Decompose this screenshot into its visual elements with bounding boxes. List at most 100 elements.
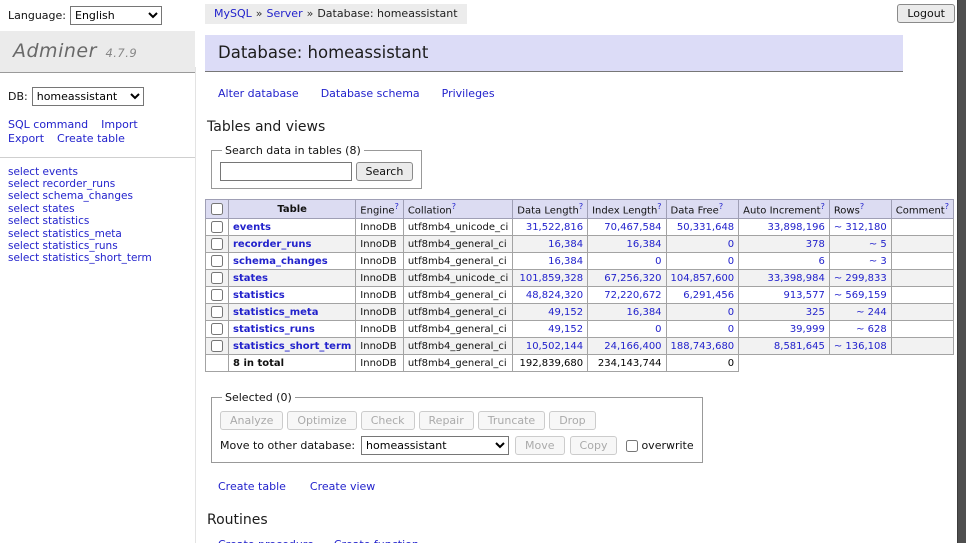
- database-action-link[interactable]: Database schema: [321, 87, 420, 100]
- database-action-link[interactable]: Alter database: [218, 87, 299, 100]
- index-length-link[interactable]: 24,166,400: [604, 341, 661, 352]
- data-length-link[interactable]: 49,152: [548, 324, 583, 335]
- db-select[interactable]: homeassistant: [32, 87, 144, 106]
- sidebar-select-link[interactable]: select statistics_runs: [8, 240, 118, 252]
- sidebar-select-link[interactable]: select events: [8, 166, 78, 178]
- rows-link[interactable]: ~ 628: [856, 324, 887, 335]
- data-free-link[interactable]: 50,331,648: [677, 222, 734, 233]
- data-free-link[interactable]: 104,857,600: [671, 273, 735, 284]
- sidebar-select-link[interactable]: select statistics_meta: [8, 228, 122, 240]
- search-button[interactable]: Search: [356, 162, 414, 181]
- row-checkbox[interactable]: [211, 272, 223, 284]
- data-free-link[interactable]: 0: [728, 307, 734, 318]
- breadcrumb-server-link[interactable]: Server: [267, 7, 303, 20]
- overwrite-checkbox[interactable]: [626, 440, 638, 452]
- page-title: Database: homeassistant: [205, 35, 903, 72]
- data-length-link[interactable]: 10,502,144: [526, 341, 583, 352]
- table-name-link[interactable]: schema_changes: [233, 256, 328, 267]
- search-input[interactable]: [220, 162, 352, 181]
- rows-link[interactable]: ~ 136,108: [834, 341, 887, 352]
- row-checkbox[interactable]: [211, 289, 223, 301]
- index-length-link[interactable]: 0: [655, 256, 661, 267]
- column-help-link[interactable]: ?: [452, 202, 456, 211]
- column-header-engine: Engine?: [356, 200, 404, 219]
- rows-link[interactable]: ~ 244: [856, 307, 887, 318]
- column-help-link[interactable]: ?: [657, 202, 661, 211]
- index-length-link[interactable]: 16,384: [627, 307, 662, 318]
- data-free-link[interactable]: 188,743,680: [671, 341, 735, 352]
- sidebar-select-link[interactable]: select schema_changes: [8, 190, 133, 202]
- table-name-link[interactable]: statistics_short_term: [233, 341, 351, 352]
- auto-increment-link[interactable]: 325: [806, 307, 825, 318]
- sidebar-select-link[interactable]: select states: [8, 203, 75, 215]
- table-name-link[interactable]: states: [233, 273, 268, 284]
- rows-link[interactable]: ~ 569,159: [834, 290, 887, 301]
- data-length-link[interactable]: 49,152: [548, 307, 583, 318]
- vertical-scrollbar[interactable]: [957, 0, 966, 543]
- data-length-link[interactable]: 16,384: [548, 256, 583, 267]
- data-length-cell: 101,859,328: [513, 270, 588, 287]
- table-row: schema_changesInnoDButf8mb4_general_ci16…: [206, 253, 954, 270]
- auto-increment-link[interactable]: 8,581,645: [774, 341, 825, 352]
- row-checkbox[interactable]: [211, 238, 223, 250]
- rows-link[interactable]: ~ 299,833: [834, 273, 887, 284]
- column-help-link[interactable]: ?: [945, 202, 949, 211]
- data-length-link[interactable]: 31,522,816: [526, 222, 583, 233]
- data-free-link[interactable]: 0: [728, 239, 734, 250]
- data-free-link[interactable]: 6,291,456: [683, 290, 734, 301]
- sidebar-action-link[interactable]: Export: [8, 132, 44, 146]
- select-all-checkbox[interactable]: [211, 203, 223, 215]
- rows-link[interactable]: ~ 312,180: [834, 222, 887, 233]
- sidebar-select-link[interactable]: select statistics: [8, 215, 89, 227]
- column-help-link[interactable]: ?: [395, 202, 399, 211]
- sidebar-select-link[interactable]: select statistics_short_term: [8, 252, 152, 264]
- row-checkbox[interactable]: [211, 255, 223, 267]
- rows-link[interactable]: ~ 3: [869, 256, 887, 267]
- auto-increment-link[interactable]: 39,999: [790, 324, 825, 335]
- auto-increment-link[interactable]: 33,398,984: [768, 273, 825, 284]
- index-length-link[interactable]: 0: [655, 324, 661, 335]
- comment-cell: [891, 253, 953, 270]
- row-checkbox[interactable]: [211, 221, 223, 233]
- data-length-link[interactable]: 48,824,320: [526, 290, 583, 301]
- index-length-link[interactable]: 16,384: [627, 239, 662, 250]
- breadcrumb-mysql-link[interactable]: MySQL: [214, 7, 252, 20]
- index-length-link[interactable]: 70,467,584: [604, 222, 661, 233]
- column-help-link[interactable]: ?: [719, 202, 723, 211]
- column-help-link[interactable]: ?: [821, 202, 825, 211]
- table-name-link[interactable]: statistics_meta: [233, 307, 318, 318]
- logout-button[interactable]: Logout: [897, 4, 955, 23]
- row-checkbox[interactable]: [211, 340, 223, 352]
- table-name-link[interactable]: events: [233, 222, 271, 233]
- sidebar-action-link[interactable]: Create table: [57, 132, 125, 146]
- row-checkbox[interactable]: [211, 306, 223, 318]
- table-name-link[interactable]: statistics_runs: [233, 324, 315, 335]
- table-name-link[interactable]: statistics: [233, 290, 285, 301]
- move-db-select[interactable]: homeassistant: [361, 436, 509, 455]
- language-select[interactable]: English: [70, 6, 162, 25]
- sidebar-action-link[interactable]: Import: [101, 118, 138, 132]
- auto-increment-link[interactable]: 913,577: [783, 290, 824, 301]
- rows-link[interactable]: ~ 5: [869, 239, 887, 250]
- table-name-link[interactable]: recorder_runs: [233, 239, 311, 250]
- sidebar-select-link[interactable]: select recorder_runs: [8, 178, 115, 190]
- create-link[interactable]: Create table: [218, 480, 286, 493]
- column-help-link[interactable]: ?: [860, 202, 864, 211]
- database-action-link[interactable]: Privileges: [442, 87, 495, 100]
- data-free-link[interactable]: 0: [728, 256, 734, 267]
- auto-increment-link[interactable]: 33,898,196: [768, 222, 825, 233]
- data-free-link[interactable]: 0: [728, 324, 734, 335]
- routine-create-link[interactable]: Create procedure: [218, 538, 314, 543]
- index-length-link[interactable]: 67,256,320: [604, 273, 661, 284]
- auto-increment-link[interactable]: 6: [818, 256, 824, 267]
- data-length-link[interactable]: 16,384: [548, 239, 583, 250]
- data-length-link[interactable]: 101,859,328: [519, 273, 583, 284]
- index-length-link[interactable]: 72,220,672: [604, 290, 661, 301]
- sidebar-action-link[interactable]: SQL command: [8, 118, 88, 132]
- auto-increment-link[interactable]: 378: [806, 239, 825, 250]
- column-help-link[interactable]: ?: [579, 202, 583, 211]
- create-link[interactable]: Create view: [310, 480, 375, 493]
- row-checkbox[interactable]: [211, 323, 223, 335]
- table-header-row: /* header cells injected below */ TableE…: [206, 200, 954, 219]
- routine-create-link[interactable]: Create function: [334, 538, 419, 543]
